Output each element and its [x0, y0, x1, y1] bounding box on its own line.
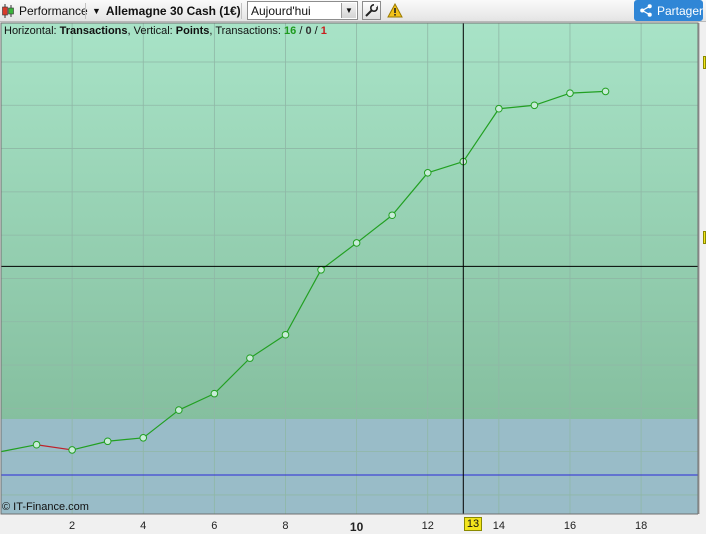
x-tick-label: 12 [421, 520, 434, 532]
trade-point[interactable] [317, 265, 325, 274]
transactions-prefix: , Transactions: [209, 25, 285, 37]
profit-zone [1, 23, 698, 419]
trade-point[interactable] [139, 433, 148, 442]
x-tick-label: 16 [563, 520, 577, 532]
x-tick-label: 10 [349, 520, 364, 534]
x-tick-label: 14 [492, 520, 505, 532]
trade-point[interactable] [601, 87, 610, 96]
trade-point[interactable] [68, 446, 76, 454]
trade-point[interactable] [175, 406, 183, 414]
axis-corner [698, 514, 706, 531]
trade-point[interactable] [495, 104, 503, 113]
x-tick-label: 6 [211, 520, 218, 532]
trade-point[interactable] [246, 354, 254, 362]
performance-chart[interactable] [0, 0, 706, 531]
x-tick-label: 18 [634, 520, 648, 532]
x-tick-label: 8 [282, 520, 289, 532]
x-tick-label: 4 [140, 520, 147, 532]
trade-point[interactable] [530, 101, 539, 110]
losing-count: 1 [320, 25, 327, 37]
trade-point[interactable] [352, 239, 361, 247]
loss-zone [1, 419, 698, 514]
horizontal-prefix: Horizontal: [4, 25, 60, 37]
trade-point[interactable] [566, 89, 574, 97]
count-separator: / [311, 25, 321, 37]
trade-point[interactable] [103, 437, 112, 446]
x-tick-label: 2 [69, 520, 76, 532]
horizontal-value: Transactions [59, 25, 128, 37]
winning-count: 16 [284, 25, 297, 37]
vertical-prefix: , Vertical: [127, 25, 176, 37]
trade-point[interactable] [423, 169, 432, 177]
copyright-text: © IT-Finance.com [2, 501, 89, 513]
vertical-value: Points [175, 25, 210, 37]
trade-point[interactable] [32, 440, 41, 449]
chart-info-line: Horizontal: Transactions, Vertical: Poin… [4, 25, 327, 37]
trade-point[interactable] [210, 389, 219, 398]
trade-point[interactable] [281, 330, 290, 339]
trade-point[interactable] [388, 211, 396, 220]
crosshair-x-label: 13 [464, 517, 482, 531]
